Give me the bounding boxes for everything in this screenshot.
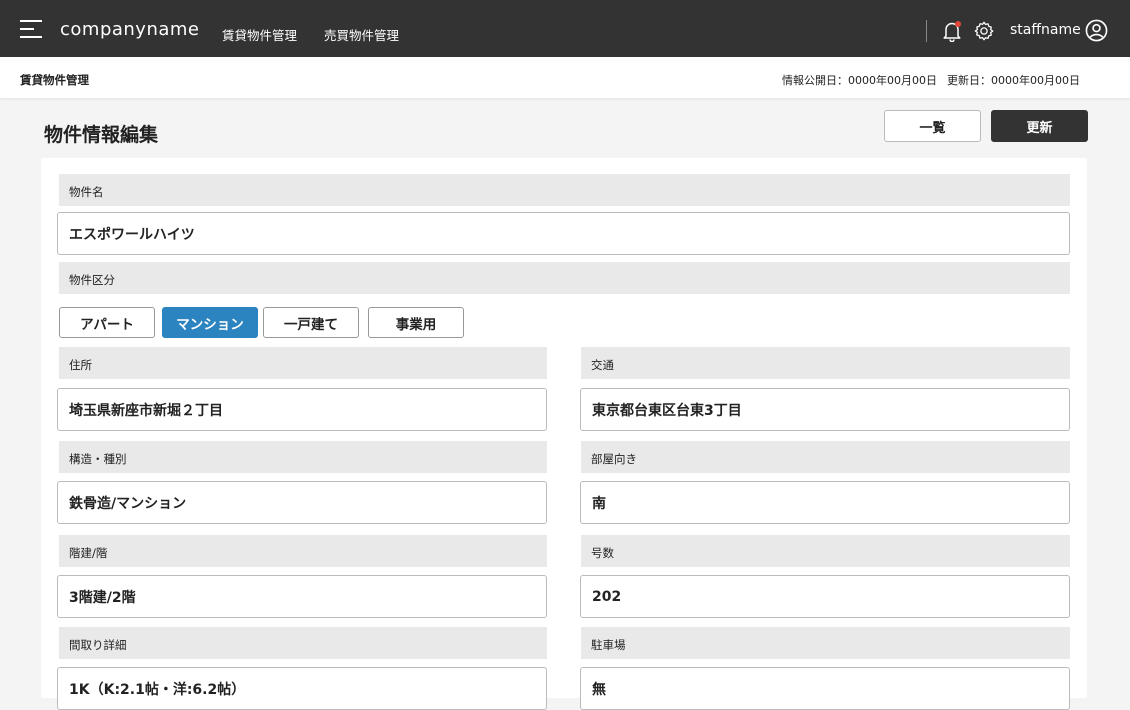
updated-date: 更新日：0000年00月00日 [947, 74, 1080, 87]
nav-rental-management[interactable]: 賃貸物件管理 [222, 25, 297, 44]
type-mansion-button[interactable]: マンション [162, 307, 258, 338]
property-name-label: 物件名 [59, 174, 1070, 206]
property-type-label: 物件区分 [59, 262, 1070, 294]
property-name-field[interactable] [57, 212, 1070, 255]
header-divider [926, 20, 927, 42]
room-direction-field[interactable] [580, 481, 1070, 524]
page-title: 物件情報編集 [44, 124, 159, 146]
menu-icon[interactable] [20, 20, 44, 40]
brand-name[interactable]: companyname [60, 19, 200, 40]
traffic-field[interactable] [580, 388, 1070, 431]
staff-name[interactable]: staffname [1010, 22, 1081, 38]
structure-field[interactable] [57, 481, 547, 524]
type-apartment-button[interactable]: アパート [59, 307, 155, 338]
structure-label: 構造・種別 [59, 441, 547, 473]
nav-sale-management[interactable]: 売買物件管理 [324, 25, 399, 44]
address-label: 住所 [59, 347, 547, 379]
layout-detail-label: 間取り詳細 [59, 627, 547, 659]
room-number-field[interactable] [580, 575, 1070, 618]
traffic-label: 交通 [581, 347, 1070, 379]
room-direction-label: 部屋向き [581, 441, 1070, 473]
type-business-button[interactable]: 事業用 [368, 307, 464, 338]
date-info: 情報公開日：0000年00月00日 更新日：0000年00月00日 [782, 72, 1080, 88]
bell-icon[interactable] [942, 20, 962, 42]
top-bar: companyname 賃貸物件管理 売買物件管理 staffname [0, 0, 1130, 57]
floors-field[interactable] [57, 575, 547, 618]
address-field[interactable] [57, 388, 547, 431]
parking-label: 駐車場 [581, 627, 1070, 659]
list-button[interactable]: 一覧 [884, 110, 981, 142]
gear-icon[interactable] [973, 20, 995, 42]
parking-field[interactable] [580, 667, 1070, 710]
sub-header: 賃貸物件管理 情報公開日：0000年00月00日 更新日：0000年00月00日 [0, 57, 1130, 98]
layout-detail-field[interactable] [57, 667, 547, 710]
published-date: 情報公開日：0000年00月00日 [782, 74, 937, 87]
room-number-label: 号数 [581, 535, 1070, 567]
breadcrumb[interactable]: 賃貸物件管理 [20, 72, 89, 88]
type-house-button[interactable]: 一戸建て [263, 307, 359, 338]
user-circle-icon[interactable] [1085, 19, 1108, 42]
update-button[interactable]: 更新 [991, 110, 1088, 142]
floors-label: 階建/階 [59, 535, 547, 567]
